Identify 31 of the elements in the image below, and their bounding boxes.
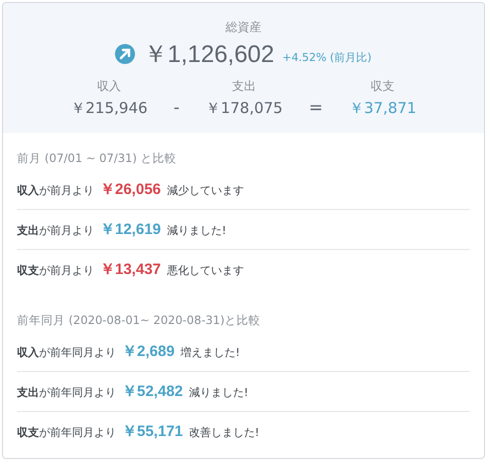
breakdown-value: ￥215,946 bbox=[70, 99, 148, 118]
difference-amount: ￥52,482 bbox=[122, 382, 183, 402]
comparison-text: 収入が前月より bbox=[17, 183, 94, 199]
breakdown-value: ￥178,075 bbox=[206, 99, 283, 118]
comparison-result: 悪化しています bbox=[166, 263, 244, 279]
comparison-text: 支出が前年同月より bbox=[17, 385, 116, 401]
comparison-result: 減少しています bbox=[166, 183, 244, 199]
comparison-heading: 前月 (07/01 ~ 07/31) と比較 bbox=[17, 151, 178, 166]
change-percent: +4.52% (前月比) bbox=[282, 50, 372, 64]
difference-amount: ￥12,619 bbox=[100, 220, 161, 240]
comparison-text: 収支が前年同月より bbox=[17, 425, 116, 441]
difference-amount: ￥13,437 bbox=[100, 260, 161, 280]
difference-amount: ￥2,689 bbox=[122, 342, 175, 362]
operator-sign: - bbox=[172, 98, 181, 118]
comparison-result: 改善しました! bbox=[188, 425, 260, 441]
comparison-result: 減りました! bbox=[188, 385, 248, 401]
operator-sign: = bbox=[308, 98, 324, 118]
breakdown-value: ￥37,871 bbox=[348, 99, 416, 118]
difference-amount: ￥26,056 bbox=[100, 180, 161, 200]
comparison-heading: 前年同月 (2020-08-01~ 2020-08-31)と比較 bbox=[17, 313, 262, 328]
total-assets-label: 総資産 bbox=[226, 19, 262, 36]
comparison-text: 収支が前月より bbox=[17, 263, 94, 279]
comparison-result: 減りました! bbox=[166, 223, 226, 239]
comparison-text: 支出が前月より bbox=[17, 223, 94, 239]
total-assets-value: ￥1,126,602 bbox=[143, 40, 274, 70]
comparison-text: 収入が前年同月より bbox=[17, 345, 116, 361]
breakdown-label: 収支 bbox=[370, 78, 395, 95]
comparison-result: 増えました! bbox=[180, 345, 240, 361]
breakdown-label: 収入 bbox=[97, 78, 122, 95]
breakdown-label: 支出 bbox=[232, 78, 256, 95]
difference-amount: ￥55,171 bbox=[122, 422, 183, 442]
